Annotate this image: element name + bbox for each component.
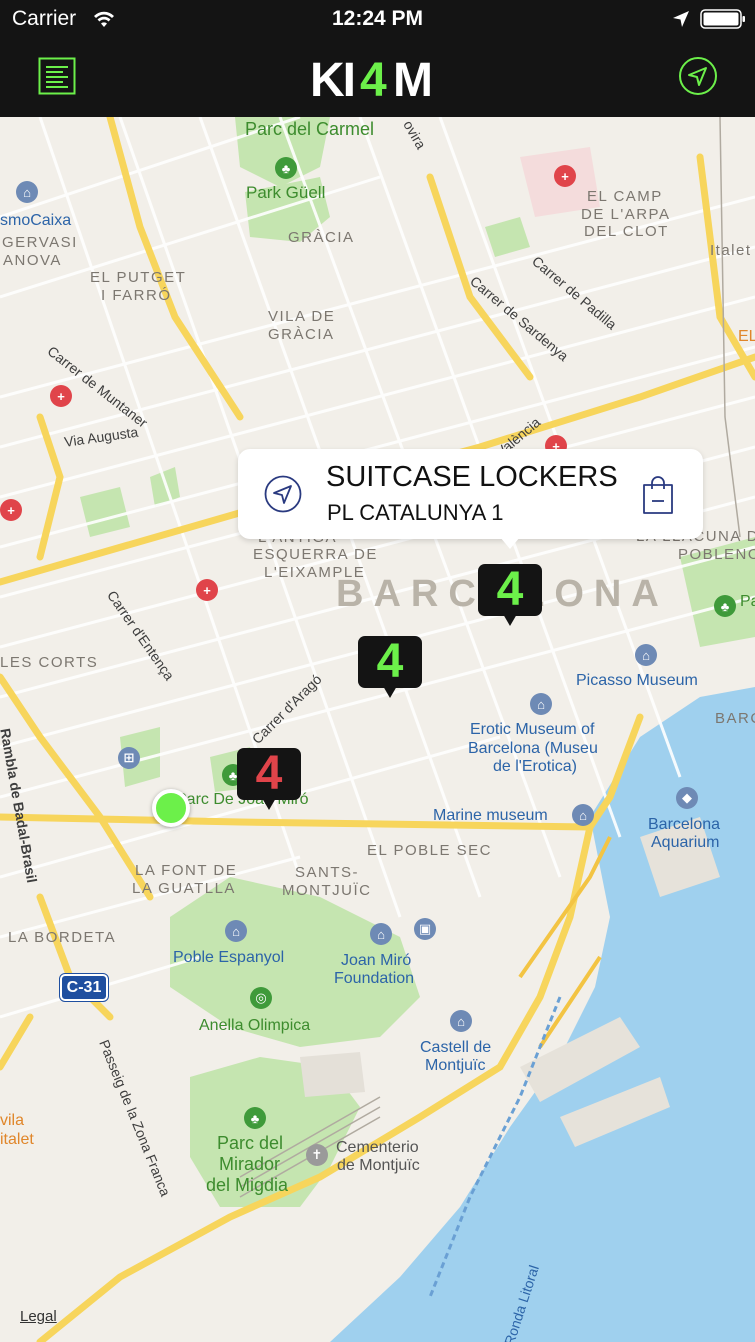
district-label: EL POBLE SEC: [367, 842, 492, 859]
locker-marker-body: 4: [237, 748, 301, 800]
district-label: ESQUERRA DE: [253, 546, 378, 563]
locker-count: 4: [376, 635, 404, 688]
park-icon: ♣: [275, 157, 297, 179]
poi-label: Barcelona: [648, 816, 721, 833]
district-label: L'EIXAMPLE: [264, 564, 366, 581]
park-icon: ♣: [714, 595, 736, 617]
hospital-icon: +: [50, 385, 72, 407]
cable-car-icon: ▣: [414, 918, 436, 940]
district-label: GERVASI: [2, 234, 78, 251]
park-label: Pa: [740, 593, 755, 610]
locker-count: 4: [496, 563, 524, 616]
cemetery-icon: ✝: [306, 1144, 328, 1166]
marker-pointer: [503, 614, 517, 626]
user-location-dot: [152, 789, 190, 827]
legal-link[interactable]: Legal: [20, 1307, 57, 1326]
park-label: Park Güell: [246, 183, 326, 202]
museum-icon: ⌂: [16, 181, 38, 203]
callout-subtitle: PL CATALUNYA 1: [327, 500, 504, 525]
park-label: Parc del Carmel: [245, 119, 375, 139]
poi-label: Barcelona (Museu: [468, 740, 598, 757]
poi-label: Foundation: [334, 970, 415, 987]
poi-label: smoCaixa: [0, 212, 72, 229]
callout-title: SUITCASE LOCKERS: [326, 461, 618, 493]
district-label: SANTS-: [295, 864, 360, 881]
map-view[interactable]: BARCELONA Parc del Carmel ♣ Park Güell G…: [0, 117, 755, 1342]
poi-label: Erotic Museum of: [470, 721, 595, 738]
locker-count: 4: [255, 747, 283, 800]
poi-label: EL: [738, 328, 755, 345]
museum-icon: ⌂: [370, 923, 392, 945]
locker-callout[interactable]: SUITCASE LOCKERS PL CATALUNYA 1: [238, 449, 703, 549]
district-label: VILA DE: [268, 308, 336, 325]
top-nav-bar: KI 4 M: [0, 40, 755, 117]
district-label: LA BORDETA: [8, 929, 117, 946]
svg-text:4: 4: [360, 54, 387, 100]
park-label: Mirador: [219, 1154, 281, 1174]
district-label: LES CORTS: [0, 654, 99, 671]
poi-label: Poble Espanyol: [173, 949, 285, 966]
park-label: Anella Olimpica: [199, 1017, 311, 1034]
marker-pointer: [262, 798, 276, 810]
museum-icon: ⌂: [450, 1010, 472, 1032]
district-label: I FARRÓ: [101, 287, 172, 304]
poi-label: de l'Erotica): [493, 758, 577, 775]
locker-marker-full[interactable]: 4: [237, 748, 301, 810]
district-label: Italet: [710, 242, 752, 259]
district-label: MONTJUÏC: [282, 882, 372, 899]
park-icon: ♣: [244, 1107, 266, 1129]
district-label: POBLENOU: [678, 546, 755, 563]
hospital-icon: +: [0, 499, 22, 521]
museum-icon: ⌂: [572, 804, 594, 826]
train-station-icon: ⊞: [118, 747, 140, 769]
poi-label: de Montjuïc: [337, 1157, 420, 1174]
svg-text:KI: KI: [310, 54, 354, 100]
district-label: LA FONT DE: [135, 862, 238, 879]
locker-marker[interactable]: 4: [478, 564, 542, 626]
locker-marker-body: 4: [358, 636, 422, 688]
poi-label: Marine museum: [433, 807, 548, 824]
callout-pointer: [500, 537, 520, 549]
highway-shield: C-31: [59, 973, 109, 1002]
hospital-icon: +: [196, 579, 218, 601]
district-label: EL CAMP: [587, 188, 663, 205]
district-label: GRÀCIA: [288, 229, 355, 246]
district-label: BARC: [715, 710, 755, 727]
navigate-icon[interactable]: [264, 475, 302, 513]
poi-label: Castell de: [420, 1039, 492, 1056]
list-icon[interactable]: [38, 57, 76, 95]
location-services-icon: [673, 11, 689, 27]
poi-label: italet: [0, 1131, 34, 1148]
app-screen: Carrier 12:24 PM KI 4 M Parc del Carmel …: [0, 0, 755, 1342]
svg-text:M: M: [393, 54, 433, 100]
location-arrow-icon[interactable]: [678, 56, 718, 96]
poi-label: Aquarium: [651, 834, 720, 851]
battery-icon: [700, 9, 745, 29]
district-label: DEL CLOT: [584, 223, 669, 240]
museum-icon: ⌂: [635, 644, 657, 666]
district-label: LA GUATLLA: [132, 880, 236, 897]
clock-label: 12:24 PM: [331, 7, 424, 30]
locker-marker[interactable]: 4: [358, 636, 422, 698]
museum-icon: ⌂: [530, 693, 552, 715]
poi-label: Picasso Museum: [576, 672, 698, 689]
park-label: del Migdia: [206, 1175, 289, 1195]
poi-label: Joan Miró: [341, 952, 412, 969]
poi-label: Montjuïc: [425, 1057, 486, 1074]
museum-icon: ⌂: [225, 920, 247, 942]
poi-label: vila: [0, 1112, 25, 1129]
aquarium-icon: ◆: [676, 787, 698, 809]
locker-marker-body: 4: [478, 564, 542, 616]
district-label: ANOVA: [3, 252, 62, 269]
shopping-bag-icon[interactable]: [641, 475, 675, 515]
marker-pointer: [383, 686, 397, 698]
stadium-icon: ◎: [250, 987, 272, 1009]
ki4m-logo: KI 4 M: [310, 54, 433, 100]
park-label: Parc del: [217, 1133, 284, 1153]
district-label: EL PUTGET: [90, 269, 187, 286]
status-bar: Carrier 12:24 PM: [0, 0, 755, 40]
poi-label: Cementerio: [336, 1139, 419, 1156]
district-label: GRÀCIA: [268, 326, 335, 343]
hospital-icon: +: [554, 165, 576, 187]
